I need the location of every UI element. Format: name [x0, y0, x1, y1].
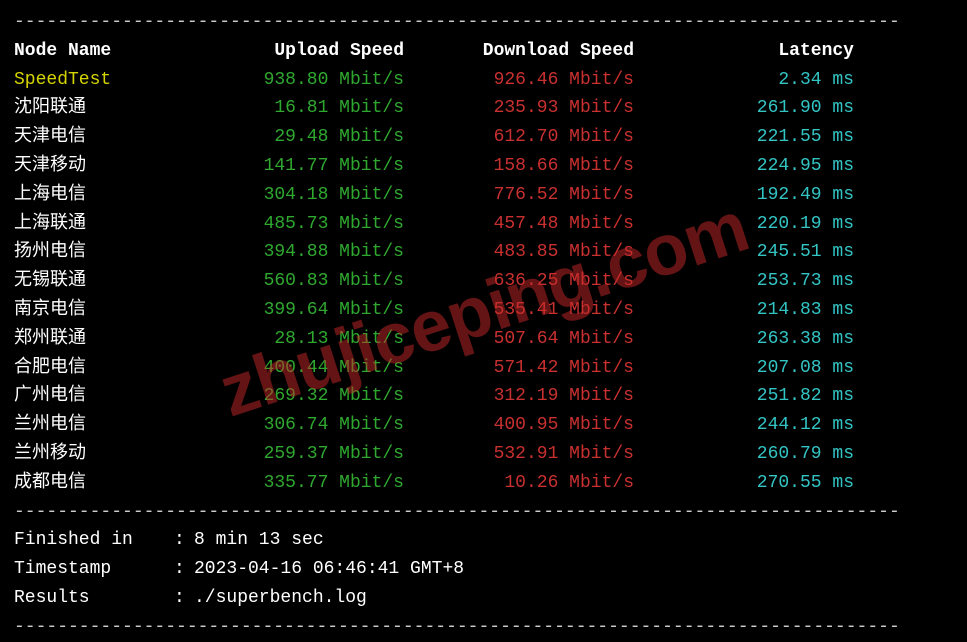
table-row: 天津电信29.48 Mbit/s612.70 Mbit/s221.55 ms — [14, 123, 953, 152]
download-speed: 612.70 Mbit/s — [404, 123, 634, 152]
node-name: 上海电信 — [14, 181, 184, 210]
table-row: 成都电信335.77 Mbit/s10.26 Mbit/s270.55 ms — [14, 469, 953, 498]
divider-mid: ----------------------------------------… — [14, 498, 953, 527]
upload-speed: 399.64 Mbit/s — [184, 296, 404, 325]
table-row: 兰州电信306.74 Mbit/s400.95 Mbit/s244.12 ms — [14, 411, 953, 440]
upload-speed: 335.77 Mbit/s — [184, 469, 404, 498]
timestamp-value: 2023-04-16 06:46:41 GMT+8 — [194, 555, 464, 584]
speedtest-name: SpeedTest — [14, 66, 184, 95]
table-row: 扬州电信394.88 Mbit/s483.85 Mbit/s245.51 ms — [14, 238, 953, 267]
results-value: ./superbench.log — [194, 584, 367, 613]
upload-speed: 485.73 Mbit/s — [184, 210, 404, 239]
download-speed: 235.93 Mbit/s — [404, 94, 634, 123]
upload-speed: 141.77 Mbit/s — [184, 152, 404, 181]
speedtest-row: SpeedTest 938.80 Mbit/s 926.46 Mbit/s 2.… — [14, 66, 953, 95]
download-speed: 158.66 Mbit/s — [404, 152, 634, 181]
download-speed: 636.25 Mbit/s — [404, 267, 634, 296]
node-name: 郑州联通 — [14, 325, 184, 354]
table-row: 郑州联通28.13 Mbit/s507.64 Mbit/s263.38 ms — [14, 325, 953, 354]
table-row: 合肥电信400.44 Mbit/s571.42 Mbit/s207.08 ms — [14, 354, 953, 383]
upload-speed: 394.88 Mbit/s — [184, 238, 404, 267]
download-speed: 507.64 Mbit/s — [404, 325, 634, 354]
latency: 245.51 ms — [634, 238, 854, 267]
speedtest-latency: 2.34 ms — [634, 66, 854, 95]
table-row: 无锡联通560.83 Mbit/s636.25 Mbit/s253.73 ms — [14, 267, 953, 296]
node-name: 兰州电信 — [14, 411, 184, 440]
table-row: 广州电信269.32 Mbit/s312.19 Mbit/s251.82 ms — [14, 382, 953, 411]
download-speed: 457.48 Mbit/s — [404, 210, 634, 239]
upload-speed: 306.74 Mbit/s — [184, 411, 404, 440]
latency: 221.55 ms — [634, 123, 854, 152]
header-download: Download Speed — [404, 37, 634, 66]
latency: 263.38 ms — [634, 325, 854, 354]
upload-speed: 400.44 Mbit/s — [184, 354, 404, 383]
upload-speed: 28.13 Mbit/s — [184, 325, 404, 354]
table-header-row: Node Name Upload Speed Download Speed La… — [14, 37, 953, 66]
speedtest-download: 926.46 Mbit/s — [404, 66, 634, 95]
download-speed: 776.52 Mbit/s — [404, 181, 634, 210]
colon: : — [174, 584, 194, 613]
node-name: 广州电信 — [14, 382, 184, 411]
colon: : — [174, 555, 194, 584]
header-node-name: Node Name — [14, 37, 184, 66]
divider-bottom: ----------------------------------------… — [14, 613, 953, 642]
latency: 192.49 ms — [634, 181, 854, 210]
latency: 253.73 ms — [634, 267, 854, 296]
finished-label: Finished in — [14, 526, 174, 555]
table-row: 兰州移动259.37 Mbit/s532.91 Mbit/s260.79 ms — [14, 440, 953, 469]
data-rows-container: 沈阳联通16.81 Mbit/s235.93 Mbit/s261.90 ms天津… — [14, 94, 953, 497]
node-name: 天津电信 — [14, 123, 184, 152]
upload-speed: 29.48 Mbit/s — [184, 123, 404, 152]
results-label: Results — [14, 584, 174, 613]
latency: 220.19 ms — [634, 210, 854, 239]
download-speed: 571.42 Mbit/s — [404, 354, 634, 383]
latency: 214.83 ms — [634, 296, 854, 325]
node-name: 沈阳联通 — [14, 94, 184, 123]
node-name: 上海联通 — [14, 210, 184, 239]
upload-speed: 304.18 Mbit/s — [184, 181, 404, 210]
upload-speed: 269.32 Mbit/s — [184, 382, 404, 411]
download-speed: 400.95 Mbit/s — [404, 411, 634, 440]
divider-top: ----------------------------------------… — [14, 8, 953, 37]
upload-speed: 259.37 Mbit/s — [184, 440, 404, 469]
latency: 260.79 ms — [634, 440, 854, 469]
download-speed: 483.85 Mbit/s — [404, 238, 634, 267]
header-latency: Latency — [634, 37, 854, 66]
table-row: 沈阳联通16.81 Mbit/s235.93 Mbit/s261.90 ms — [14, 94, 953, 123]
speedtest-upload: 938.80 Mbit/s — [184, 66, 404, 95]
footer-results: Results : ./superbench.log — [14, 584, 953, 613]
upload-speed: 560.83 Mbit/s — [184, 267, 404, 296]
download-speed: 532.91 Mbit/s — [404, 440, 634, 469]
footer-timestamp: Timestamp : 2023-04-16 06:46:41 GMT+8 — [14, 555, 953, 584]
upload-speed: 16.81 Mbit/s — [184, 94, 404, 123]
latency: 244.12 ms — [634, 411, 854, 440]
latency: 270.55 ms — [634, 469, 854, 498]
node-name: 兰州移动 — [14, 440, 184, 469]
table-row: 上海电信304.18 Mbit/s776.52 Mbit/s192.49 ms — [14, 181, 953, 210]
download-speed: 10.26 Mbit/s — [404, 469, 634, 498]
download-speed: 312.19 Mbit/s — [404, 382, 634, 411]
node-name: 无锡联通 — [14, 267, 184, 296]
table-row: 南京电信399.64 Mbit/s535.41 Mbit/s214.83 ms — [14, 296, 953, 325]
header-upload: Upload Speed — [184, 37, 404, 66]
table-row: 上海联通485.73 Mbit/s457.48 Mbit/s220.19 ms — [14, 210, 953, 239]
finished-value: 8 min 13 sec — [194, 526, 324, 555]
latency: 261.90 ms — [634, 94, 854, 123]
latency: 251.82 ms — [634, 382, 854, 411]
node-name: 南京电信 — [14, 296, 184, 325]
timestamp-label: Timestamp — [14, 555, 174, 584]
footer-finished: Finished in : 8 min 13 sec — [14, 526, 953, 555]
latency: 224.95 ms — [634, 152, 854, 181]
node-name: 合肥电信 — [14, 354, 184, 383]
download-speed: 535.41 Mbit/s — [404, 296, 634, 325]
latency: 207.08 ms — [634, 354, 854, 383]
node-name: 扬州电信 — [14, 238, 184, 267]
table-row: 天津移动141.77 Mbit/s158.66 Mbit/s224.95 ms — [14, 152, 953, 181]
colon: : — [174, 526, 194, 555]
node-name: 天津移动 — [14, 152, 184, 181]
node-name: 成都电信 — [14, 469, 184, 498]
